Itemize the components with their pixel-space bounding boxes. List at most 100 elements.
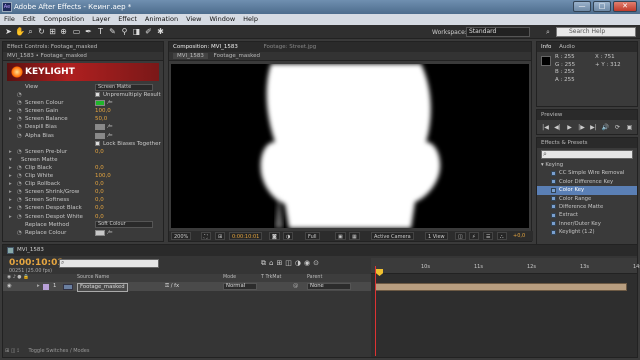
twirl-icon[interactable]: ▸ xyxy=(9,213,12,221)
composition-viewer[interactable] xyxy=(171,64,529,228)
subtab-mvi[interactable]: MVI_1583 xyxy=(173,53,208,59)
layer-row[interactable]: ◉ ▸ 1 Footage_masked ⚿ / fx Normal @ Non… xyxy=(3,282,371,292)
maximize-button[interactable]: □ xyxy=(593,1,611,12)
stopwatch-icon[interactable]: ◔ xyxy=(17,123,22,131)
flowchart-icon[interactable]: ⛬ xyxy=(497,232,507,240)
property-value[interactable]: 100,0 xyxy=(95,107,111,115)
twirl-icon[interactable]: ▸ xyxy=(9,204,12,212)
next-frame-icon[interactable]: |▶ xyxy=(577,124,586,132)
current-time-indicator[interactable] xyxy=(375,266,383,356)
previous-frame-icon[interactable]: ◀| xyxy=(553,124,562,132)
minimize-button[interactable]: — xyxy=(573,1,591,12)
toggle-pixel-icon[interactable]: ◫ xyxy=(455,232,466,240)
layer-parent-dropdown[interactable]: None xyxy=(307,283,351,290)
composition-tab[interactable]: Composition: MVI_1583 xyxy=(173,44,238,50)
layer-twirl-icon[interactable]: ▸ xyxy=(37,282,40,291)
twirl-icon[interactable]: ▸ xyxy=(9,148,12,156)
camera-tool-icon[interactable]: ⊞ xyxy=(48,27,57,37)
layer-name[interactable]: Footage_masked xyxy=(77,282,128,292)
search-help-input[interactable]: Search Help xyxy=(556,27,636,37)
property-value[interactable]: 0,0 xyxy=(95,148,104,156)
stopwatch-icon[interactable]: ◔ xyxy=(17,204,22,212)
color-swatch[interactable] xyxy=(95,229,105,236)
effects-presets-tab[interactable]: Effects & Presets xyxy=(537,138,637,148)
rotate-tool-icon[interactable]: ↻ xyxy=(37,27,46,37)
pen-tool-icon[interactable]: ✒ xyxy=(84,27,93,37)
loop-icon[interactable]: ⟳ xyxy=(613,124,622,132)
property-value[interactable]: 100,0 xyxy=(95,172,111,180)
color-swatch[interactable] xyxy=(95,132,105,139)
resolution-dropdown[interactable]: Full xyxy=(305,232,320,240)
fit-icon[interactable]: ⛶ xyxy=(201,232,211,240)
layer-mode-dropdown[interactable]: Normal xyxy=(223,283,257,290)
exposure-value[interactable]: +0,0 xyxy=(511,232,527,240)
twirl-icon[interactable]: ▸ xyxy=(9,115,12,123)
selection-tool-icon[interactable]: ➤ xyxy=(4,27,13,37)
timeline-switches-icons[interactable]: ⧉⌂⊞◫◑◉⊙ xyxy=(261,259,322,268)
property-value[interactable]: 0,0 xyxy=(95,164,104,172)
snapshot-icon[interactable]: ◙ xyxy=(269,232,280,240)
visibility-eye-icon[interactable]: ◉ xyxy=(7,282,12,291)
effect-item[interactable]: Inner/Outer Key xyxy=(537,220,637,228)
audio-tab[interactable]: Audio xyxy=(559,44,575,50)
property-dropdown[interactable]: Screen Matte xyxy=(95,83,153,91)
timeline-track-area[interactable]: 10s 11s 12s 13s 14s xyxy=(371,258,640,357)
puppet-pin-tool-icon[interactable]: ✱ xyxy=(156,27,165,37)
stopwatch-icon[interactable]: ◔ xyxy=(17,91,22,99)
stopwatch-icon[interactable]: ◔ xyxy=(17,107,22,115)
eyedropper-icon[interactable]: ⁄═ xyxy=(108,229,112,237)
pickwhip-icon[interactable]: @ xyxy=(293,282,298,291)
stopwatch-icon[interactable]: ◔ xyxy=(17,148,22,156)
region-icon[interactable]: ▣ xyxy=(335,232,346,240)
stopwatch-icon[interactable]: ◔ xyxy=(17,180,22,188)
layer-label-color[interactable] xyxy=(43,283,49,290)
effect-item[interactable]: Color Range xyxy=(537,195,637,203)
property-checkbox[interactable] xyxy=(95,92,100,98)
effect-controls-tab[interactable]: Effect Controls: Footage_masked xyxy=(3,42,163,52)
menu-view[interactable]: View xyxy=(182,15,205,23)
toggle-switches-footer[interactable]: ⊞ ◫ ⟟ Toggle Switches / Modes xyxy=(5,348,135,356)
property-value[interactable]: 0,0 xyxy=(95,213,104,221)
menu-animation[interactable]: Animation xyxy=(141,15,182,23)
first-frame-icon[interactable]: |◀ xyxy=(541,124,550,132)
magnification-dropdown[interactable]: 200% xyxy=(171,232,192,240)
twirl-icon[interactable]: ▸ xyxy=(9,196,12,204)
twirl-icon[interactable]: ▸ xyxy=(9,172,12,180)
stopwatch-icon[interactable]: ◔ xyxy=(17,99,22,107)
col-source-name[interactable]: Source Name xyxy=(77,274,109,282)
play-icon[interactable]: ▶ xyxy=(565,124,574,132)
menu-edit[interactable]: Edit xyxy=(19,15,40,23)
property-checkbox[interactable] xyxy=(95,140,100,146)
info-tab[interactable]: Info xyxy=(541,44,551,50)
eyedropper-icon[interactable]: ⁄═ xyxy=(108,132,112,140)
stopwatch-icon[interactable]: ◔ xyxy=(17,213,22,221)
last-frame-icon[interactable]: ▶| xyxy=(589,124,598,132)
layer-duration-bar[interactable] xyxy=(375,283,627,291)
color-swatch[interactable] xyxy=(95,124,105,131)
footage-tab[interactable]: Footage: Street.jpg xyxy=(264,44,317,50)
eraser-tool-icon[interactable]: ◨ xyxy=(132,27,141,37)
close-button[interactable]: ✕ xyxy=(613,1,637,12)
stopwatch-icon[interactable]: ◔ xyxy=(17,164,22,172)
stopwatch-icon[interactable]: ◔ xyxy=(17,172,22,180)
menu-layer[interactable]: Layer xyxy=(88,15,114,23)
camera-dropdown[interactable]: Active Camera xyxy=(371,232,414,240)
col-trkmat[interactable]: T TrkMat xyxy=(261,274,281,282)
cti-handle-icon[interactable] xyxy=(376,269,383,276)
menu-file[interactable]: File xyxy=(0,15,19,23)
effect-item[interactable]: Color Key xyxy=(537,186,637,195)
clone-stamp-tool-icon[interactable]: ⚲ xyxy=(120,27,129,37)
property-value[interactable]: 0,0 xyxy=(95,204,104,212)
pan-behind-tool-icon[interactable]: ⊕ xyxy=(59,27,68,37)
effect-item[interactable]: Color Difference Key xyxy=(537,178,637,186)
ram-preview-icon[interactable]: ▣ xyxy=(625,124,634,132)
brush-tool-icon[interactable]: ✎ xyxy=(108,27,117,37)
twirl-icon[interactable]: ▸ xyxy=(9,188,12,196)
property-value[interactable]: 50,0 xyxy=(95,115,107,123)
preview-tab[interactable]: Preview xyxy=(537,110,637,120)
time-ruler[interactable]: 10s 11s 12s 13s 14s xyxy=(371,258,640,274)
channel-icon[interactable]: ◑ xyxy=(283,232,294,240)
effect-item[interactable]: Keylight (1.2) xyxy=(537,228,637,236)
stopwatch-icon[interactable]: ◔ xyxy=(17,229,22,237)
rectangle-mask-tool-icon[interactable]: ▭ xyxy=(72,27,81,37)
